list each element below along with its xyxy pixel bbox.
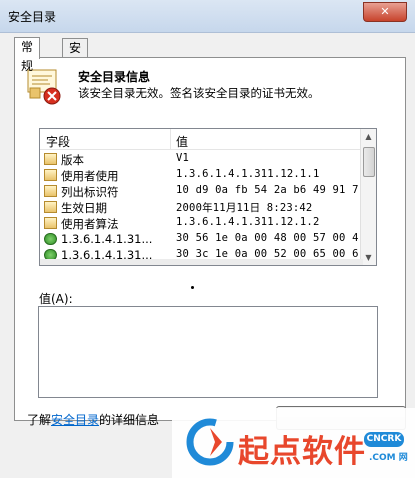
column-header-field[interactable]: 字段 bbox=[46, 133, 70, 150]
watermark-text: 起点软件 bbox=[238, 434, 366, 470]
row-value: 1.3.6.1.4.1.311.12.1.2 bbox=[176, 216, 320, 228]
row-value: 1.3.6.1.4.1.311.12.1.1 bbox=[176, 168, 320, 180]
scroll-down-icon[interactable]: ▼ bbox=[361, 250, 376, 265]
table-row[interactable]: 版本 V1 bbox=[40, 151, 363, 167]
scroll-up-icon[interactable]: ▲ bbox=[361, 129, 376, 144]
row-field: 使用者使用 bbox=[61, 169, 119, 183]
watermark-domain: .COM 网 bbox=[369, 453, 408, 463]
table-row[interactable]: 1.3.6.1.4.1.31... 30 56 1e 0a 00 48 00 57… bbox=[40, 231, 376, 247]
tab-security-catalog[interactable]: 安全目录 bbox=[62, 38, 89, 112]
table-row[interactable]: 列出标识符 10 d9 0a fb 54 2a b6 49 91 7... bbox=[40, 183, 376, 199]
row-field: 1.3.6.1.4.1.31... bbox=[61, 232, 153, 246]
field-list[interactable]: 字段 值 版本 V1 使用者使用 1.3.6.1.4.1.311.12.1.1 列出… bbox=[39, 128, 377, 266]
info-title: 安全目录信息 bbox=[78, 70, 151, 84]
row-value: 30 56 1e 0a 00 48 00 57 00 4... bbox=[176, 232, 377, 244]
watermark-badge: CNCRK bbox=[364, 432, 404, 447]
focus-dot bbox=[191, 286, 194, 289]
row-value: 2000年11月11日 8:23:42 bbox=[176, 202, 313, 214]
row-field: 生效日期 bbox=[61, 201, 107, 215]
value-textarea[interactable] bbox=[38, 306, 378, 398]
list-header: 字段 值 bbox=[40, 129, 363, 150]
vertical-scrollbar[interactable]: ▲ ▼ bbox=[360, 129, 376, 265]
extension-icon bbox=[44, 233, 57, 245]
table-row[interactable]: 使用者算法 1.3.6.1.4.1.311.12.1.2 bbox=[40, 215, 363, 231]
field-icon bbox=[44, 185, 57, 197]
learn-more-text: 了解安全目录的详细信息 bbox=[27, 411, 159, 428]
field-icon bbox=[44, 153, 57, 165]
row-field: 列出标识符 bbox=[61, 185, 119, 199]
row-field: 版本 bbox=[61, 153, 84, 167]
list-rows: 版本 V1 使用者使用 1.3.6.1.4.1.311.12.1.1 列出标识符 10… bbox=[40, 151, 376, 263]
cncrk-logo-icon bbox=[186, 418, 234, 466]
title-bar: 安全目录 ✕ bbox=[0, 0, 415, 33]
learn-prefix: 了解 bbox=[27, 413, 52, 427]
column-header-value[interactable]: 值 bbox=[176, 133, 188, 150]
table-row[interactable]: 生效日期 2000年11月11日 8:23:42 bbox=[40, 199, 363, 215]
window-title: 安全目录 bbox=[8, 10, 57, 24]
close-button[interactable]: ✕ bbox=[363, 2, 407, 22]
field-icon bbox=[44, 169, 57, 181]
horizontal-scrollbar[interactable] bbox=[40, 259, 363, 265]
scroll-thumb[interactable] bbox=[363, 147, 375, 177]
row-field: 使用者算法 bbox=[61, 217, 119, 231]
tab-general[interactable]: 常规 bbox=[14, 37, 41, 73]
watermark: 起点软件 CNCRK .COM 网 bbox=[172, 408, 415, 478]
row-value: 10 d9 0a fb 54 2a b6 49 91 7... bbox=[176, 184, 377, 196]
learn-suffix: 的详细信息 bbox=[99, 413, 160, 427]
value-label: 值(A): bbox=[39, 292, 73, 306]
column-divider[interactable] bbox=[170, 129, 171, 149]
row-value: V1 bbox=[176, 152, 190, 164]
security-catalog-link[interactable]: 安全目录 bbox=[51, 413, 99, 427]
field-icon bbox=[44, 217, 57, 229]
info-message: 该安全目录无效。签名该安全目录的证书无效。 bbox=[78, 86, 320, 100]
field-icon bbox=[44, 201, 57, 213]
table-row[interactable]: 使用者使用 1.3.6.1.4.1.311.12.1.1 bbox=[40, 167, 363, 183]
